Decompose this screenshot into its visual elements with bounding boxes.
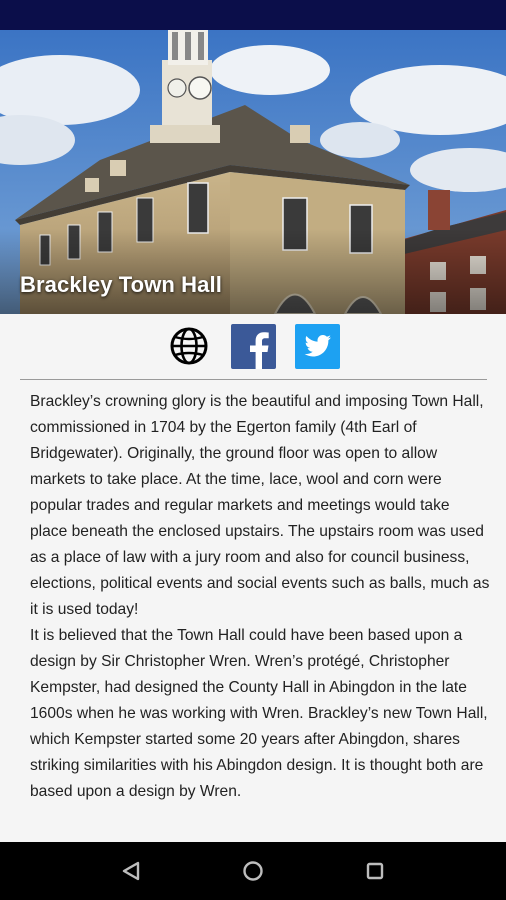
place-title: Brackley Town Hall [20, 272, 222, 297]
facebook-button[interactable] [230, 323, 276, 369]
globe-icon [170, 327, 208, 365]
system-nav-bar [0, 842, 506, 900]
website-button[interactable] [167, 324, 212, 369]
description: Brackley’s crowning glory is the beautif… [30, 389, 490, 841]
back-button[interactable] [111, 851, 151, 891]
facebook-icon [230, 323, 276, 369]
twitter-icon [294, 323, 340, 369]
social-links [0, 314, 506, 378]
twitter-button[interactable] [294, 323, 340, 369]
hero-image: Brackley Town Hall [0, 30, 506, 314]
recents-button[interactable] [355, 851, 395, 891]
recents-square-icon [366, 862, 384, 880]
home-circle-icon [243, 861, 263, 881]
description-paragraph: Brackley’s crowning glory is the beautif… [30, 393, 490, 618]
divider [20, 379, 487, 380]
home-button[interactable] [233, 851, 273, 891]
back-triangle-icon [122, 861, 140, 881]
status-bar [0, 0, 506, 30]
description-paragraph: It is believed that the Town Hall could … [30, 627, 488, 800]
